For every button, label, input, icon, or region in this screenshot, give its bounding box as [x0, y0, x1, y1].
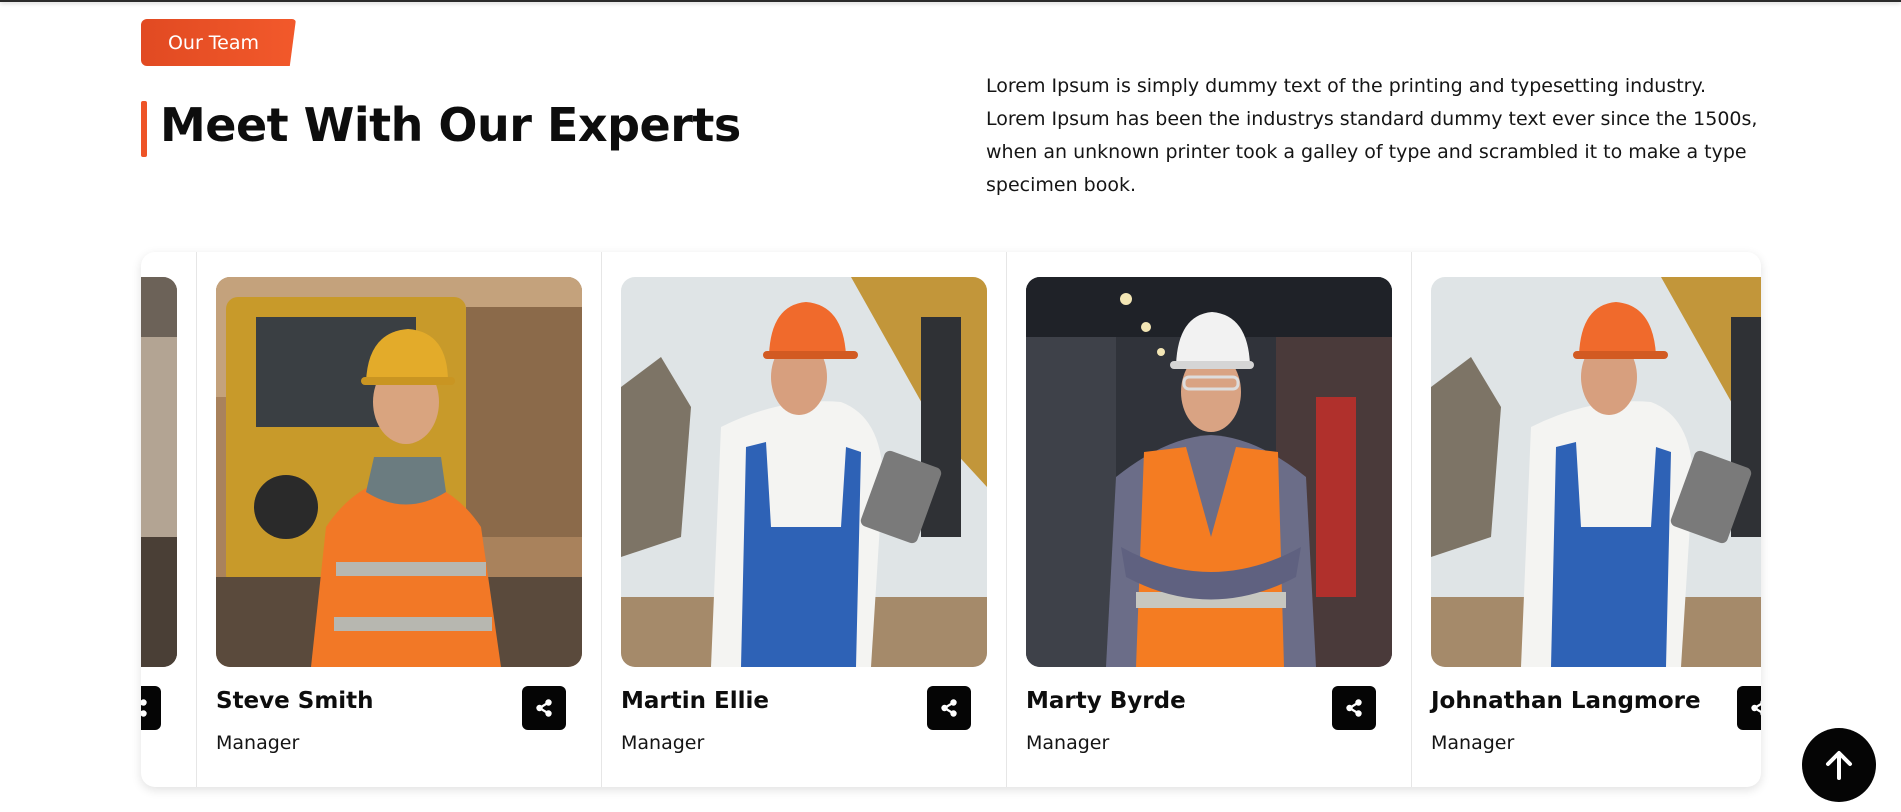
- share-button[interactable]: [522, 686, 566, 730]
- share-button[interactable]: [141, 686, 161, 730]
- team-member-photo: [1431, 277, 1761, 667]
- team-carousel[interactable]: Steve Smith Manager Martin Ellie Manager…: [141, 252, 1761, 787]
- team-member-name: Martin Ellie: [621, 688, 769, 714]
- team-card[interactable]: Martin Ellie Manager: [601, 252, 1006, 787]
- team-member-name: Marty Byrde: [1026, 688, 1186, 714]
- team-member-photo: [621, 277, 987, 667]
- team-member-photo: [141, 277, 177, 667]
- section-title: Meet With Our Experts: [160, 98, 741, 152]
- team-member-role: Manager: [1431, 732, 1515, 754]
- team-member-name: Johnathan Langmore: [1431, 688, 1701, 714]
- share-button[interactable]: [1332, 686, 1376, 730]
- share-button[interactable]: [1737, 686, 1761, 730]
- team-member-photo: [1026, 277, 1392, 667]
- arrow-up-icon: [1826, 751, 1852, 780]
- team-card[interactable]: Steve Smith Manager: [196, 252, 601, 787]
- team-card[interactable]: Marty Byrde Manager: [1006, 252, 1411, 787]
- share-button[interactable]: [927, 686, 971, 730]
- share-icon: [1346, 699, 1362, 717]
- header-shadow-line: [0, 0, 1901, 2]
- team-member-photo: [216, 277, 582, 667]
- share-icon: [941, 699, 957, 717]
- section-badge: Our Team: [141, 19, 296, 66]
- team-card[interactable]: Johnathan Langmore Manager: [1411, 252, 1761, 787]
- team-card-partial-prev[interactable]: [141, 252, 197, 787]
- section-intro: Lorem Ipsum is simply dummy text of the …: [986, 75, 1758, 196]
- share-icon: [1751, 700, 1761, 716]
- title-accent-bar: [141, 101, 147, 157]
- team-member-role: Manager: [1026, 732, 1110, 754]
- share-icon: [536, 699, 552, 717]
- scroll-to-top-button[interactable]: [1802, 728, 1876, 802]
- team-member-name: Steve Smith: [216, 688, 374, 714]
- share-icon: [141, 699, 147, 717]
- team-member-role: Manager: [621, 732, 705, 754]
- team-member-role: Manager: [216, 732, 300, 754]
